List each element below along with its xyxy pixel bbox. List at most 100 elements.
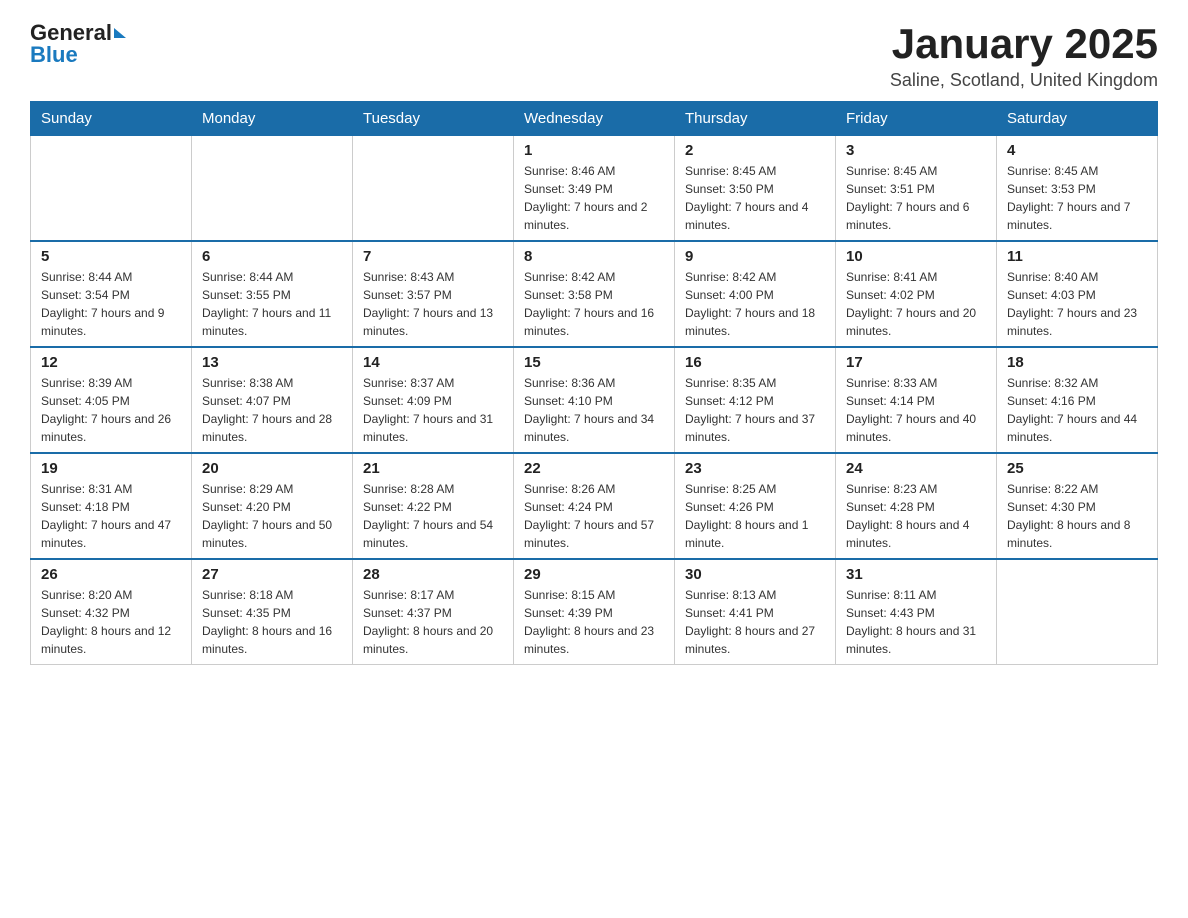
calendar-cell: 26 Sunrise: 8:20 AMSunset: 4:32 PMDayligh… <box>31 559 192 665</box>
day-of-week-header: Saturday <box>997 102 1158 136</box>
calendar-cell: 9 Sunrise: 8:42 AMSunset: 4:00 PMDaylight… <box>675 241 836 347</box>
day-number: 21 <box>363 460 503 477</box>
day-of-week-header: Monday <box>192 102 353 136</box>
day-info: Sunrise: 8:43 AMSunset: 3:57 PMDaylight:… <box>363 268 503 340</box>
day-info: Sunrise: 8:37 AMSunset: 4:09 PMDaylight:… <box>363 374 503 446</box>
day-info: Sunrise: 8:20 AMSunset: 4:32 PMDaylight:… <box>41 586 181 658</box>
day-number: 25 <box>1007 460 1147 477</box>
day-info: Sunrise: 8:40 AMSunset: 4:03 PMDaylight:… <box>1007 268 1147 340</box>
day-number: 11 <box>1007 248 1147 265</box>
day-info: Sunrise: 8:22 AMSunset: 4:30 PMDaylight:… <box>1007 480 1147 552</box>
day-number: 19 <box>41 460 181 477</box>
day-number: 27 <box>202 566 342 583</box>
calendar-cell: 7 Sunrise: 8:43 AMSunset: 3:57 PMDaylight… <box>353 241 514 347</box>
day-info: Sunrise: 8:46 AMSunset: 3:49 PMDaylight:… <box>524 162 664 234</box>
day-number: 30 <box>685 566 825 583</box>
calendar-cell: 8 Sunrise: 8:42 AMSunset: 3:58 PMDaylight… <box>514 241 675 347</box>
calendar-cell: 21Sunrise: 8:28 AMSunset: 4:22 PMDayligh… <box>353 453 514 559</box>
day-number: 23 <box>685 460 825 477</box>
calendar-cell: 14 Sunrise: 8:37 AMSunset: 4:09 PMDayligh… <box>353 347 514 453</box>
day-number: 26 <box>41 566 181 583</box>
calendar-week-row: 12 Sunrise: 8:39 AMSunset: 4:05 PMDayligh… <box>31 347 1158 453</box>
day-number: 3 <box>846 142 986 159</box>
calendar-cell: 5Sunrise: 8:44 AMSunset: 3:54 PMDaylight… <box>31 241 192 347</box>
day-number: 8 <box>524 248 664 265</box>
day-info: Sunrise: 8:35 AMSunset: 4:12 PMDaylight:… <box>685 374 825 446</box>
day-number: 13 <box>202 354 342 371</box>
calendar-cell: 25 Sunrise: 8:22 AMSunset: 4:30 PMDayligh… <box>997 453 1158 559</box>
logo: General Blue <box>30 20 126 68</box>
calendar-cell: 12 Sunrise: 8:39 AMSunset: 4:05 PMDayligh… <box>31 347 192 453</box>
calendar-cell: 22 Sunrise: 8:26 AMSunset: 4:24 PMDayligh… <box>514 453 675 559</box>
calendar-cell: 16 Sunrise: 8:35 AMSunset: 4:12 PMDayligh… <box>675 347 836 453</box>
day-number: 6 <box>202 248 342 265</box>
day-info: Sunrise: 8:44 AMSunset: 3:55 PMDaylight:… <box>202 268 342 340</box>
calendar-cell: 27 Sunrise: 8:18 AMSunset: 4:35 PMDayligh… <box>192 559 353 665</box>
day-number: 18 <box>1007 354 1147 371</box>
day-number: 24 <box>846 460 986 477</box>
day-number: 14 <box>363 354 503 371</box>
day-number: 17 <box>846 354 986 371</box>
logo-blue: Blue <box>30 42 78 68</box>
day-info: Sunrise: 8:42 AMSunset: 3:58 PMDaylight:… <box>524 268 664 340</box>
day-info: Sunrise: 8:39 AMSunset: 4:05 PMDaylight:… <box>41 374 181 446</box>
day-info: Sunrise: 8:25 AMSunset: 4:26 PMDaylight:… <box>685 480 825 552</box>
calendar-week-row: 19 Sunrise: 8:31 AMSunset: 4:18 PMDayligh… <box>31 453 1158 559</box>
calendar-cell: 24 Sunrise: 8:23 AMSunset: 4:28 PMDayligh… <box>836 453 997 559</box>
calendar-cell: 31Sunrise: 8:11 AMSunset: 4:43 PMDayligh… <box>836 559 997 665</box>
day-info: Sunrise: 8:18 AMSunset: 4:35 PMDaylight:… <box>202 586 342 658</box>
calendar-cell: 2Sunrise: 8:45 AMSunset: 3:50 PMDaylight… <box>675 136 836 242</box>
calendar-cell <box>31 136 192 242</box>
calendar-cell: 23 Sunrise: 8:25 AMSunset: 4:26 PMDayligh… <box>675 453 836 559</box>
day-info: Sunrise: 8:32 AMSunset: 4:16 PMDaylight:… <box>1007 374 1147 446</box>
calendar-header-row: SundayMondayTuesdayWednesdayThursdayFrid… <box>31 102 1158 136</box>
day-number: 15 <box>524 354 664 371</box>
calendar-cell <box>997 559 1158 665</box>
day-number: 29 <box>524 566 664 583</box>
day-number: 9 <box>685 248 825 265</box>
day-number: 16 <box>685 354 825 371</box>
calendar-cell: 13 Sunrise: 8:38 AMSunset: 4:07 PMDayligh… <box>192 347 353 453</box>
calendar-cell: 30 Sunrise: 8:13 AMSunset: 4:41 PMDayligh… <box>675 559 836 665</box>
day-number: 4 <box>1007 142 1147 159</box>
day-info: Sunrise: 8:11 AMSunset: 4:43 PMDaylight:… <box>846 586 986 658</box>
day-number: 1 <box>524 142 664 159</box>
day-of-week-header: Thursday <box>675 102 836 136</box>
day-number: 28 <box>363 566 503 583</box>
title-block: January 2025 Saline, Scotland, United Ki… <box>890 20 1158 91</box>
day-info: Sunrise: 8:15 AMSunset: 4:39 PMDaylight:… <box>524 586 664 658</box>
day-info: Sunrise: 8:42 AMSunset: 4:00 PMDaylight:… <box>685 268 825 340</box>
page-header: General Blue January 2025 Saline, Scotla… <box>30 20 1158 91</box>
calendar-cell: 29 Sunrise: 8:15 AMSunset: 4:39 PMDayligh… <box>514 559 675 665</box>
day-info: Sunrise: 8:33 AMSunset: 4:14 PMDaylight:… <box>846 374 986 446</box>
day-of-week-header: Tuesday <box>353 102 514 136</box>
day-number: 20 <box>202 460 342 477</box>
day-number: 7 <box>363 248 503 265</box>
calendar-cell <box>192 136 353 242</box>
calendar-cell: 18 Sunrise: 8:32 AMSunset: 4:16 PMDayligh… <box>997 347 1158 453</box>
calendar-week-row: 26 Sunrise: 8:20 AMSunset: 4:32 PMDayligh… <box>31 559 1158 665</box>
day-info: Sunrise: 8:31 AMSunset: 4:18 PMDaylight:… <box>41 480 181 552</box>
calendar-cell: 15Sunrise: 8:36 AMSunset: 4:10 PMDayligh… <box>514 347 675 453</box>
day-info: Sunrise: 8:29 AMSunset: 4:20 PMDaylight:… <box>202 480 342 552</box>
day-number: 12 <box>41 354 181 371</box>
calendar-cell <box>353 136 514 242</box>
calendar-table: SundayMondayTuesdayWednesdayThursdayFrid… <box>30 101 1158 665</box>
day-of-week-header: Wednesday <box>514 102 675 136</box>
day-of-week-header: Sunday <box>31 102 192 136</box>
calendar-cell: 3 Sunrise: 8:45 AMSunset: 3:51 PMDaylight… <box>836 136 997 242</box>
calendar-week-row: 5Sunrise: 8:44 AMSunset: 3:54 PMDaylight… <box>31 241 1158 347</box>
day-number: 5 <box>41 248 181 265</box>
calendar-cell: 17 Sunrise: 8:33 AMSunset: 4:14 PMDayligh… <box>836 347 997 453</box>
day-of-week-header: Friday <box>836 102 997 136</box>
day-info: Sunrise: 8:26 AMSunset: 4:24 PMDaylight:… <box>524 480 664 552</box>
day-number: 22 <box>524 460 664 477</box>
location-title: Saline, Scotland, United Kingdom <box>890 70 1158 91</box>
calendar-cell: 10Sunrise: 8:41 AMSunset: 4:02 PMDayligh… <box>836 241 997 347</box>
day-info: Sunrise: 8:13 AMSunset: 4:41 PMDaylight:… <box>685 586 825 658</box>
day-info: Sunrise: 8:23 AMSunset: 4:28 PMDaylight:… <box>846 480 986 552</box>
day-info: Sunrise: 8:45 AMSunset: 3:50 PMDaylight:… <box>685 162 825 234</box>
calendar-week-row: 1 Sunrise: 8:46 AMSunset: 3:49 PMDaylight… <box>31 136 1158 242</box>
day-info: Sunrise: 8:38 AMSunset: 4:07 PMDaylight:… <box>202 374 342 446</box>
day-info: Sunrise: 8:45 AMSunset: 3:51 PMDaylight:… <box>846 162 986 234</box>
